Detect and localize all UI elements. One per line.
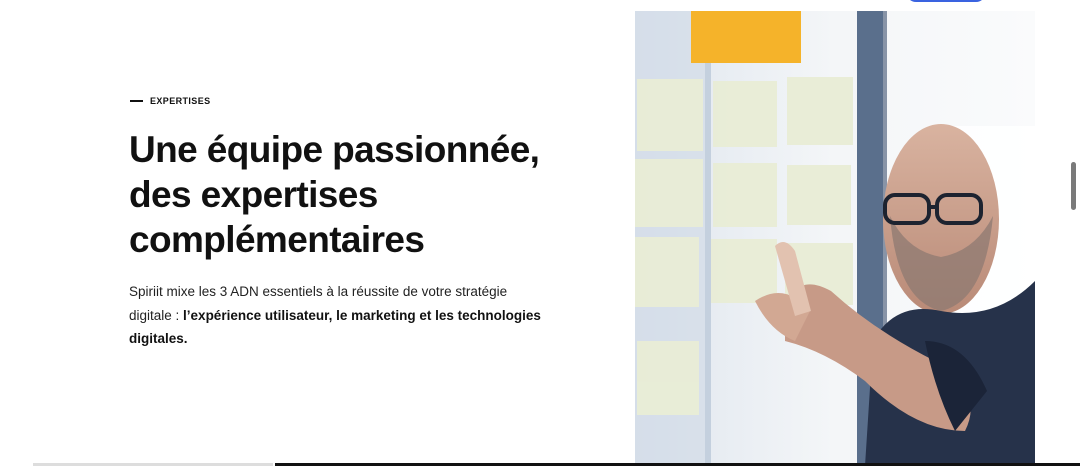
header-cta-button[interactable] bbox=[906, 0, 986, 2]
eyebrow-dash bbox=[130, 100, 143, 102]
expertises-section: EXPERTISES Une équipe passionnée, des ex… bbox=[0, 0, 1080, 466]
section-description: Spiriit mixe les 3 ADN essentiels à la r… bbox=[129, 280, 549, 351]
section-eyebrow: EXPERTISES bbox=[130, 96, 211, 106]
eyebrow-label: EXPERTISES bbox=[150, 96, 211, 106]
team-photo bbox=[635, 11, 1035, 466]
heading-line-1: Une équipe passionnée, bbox=[129, 129, 540, 170]
page-scrollbar-thumb[interactable] bbox=[1071, 162, 1076, 210]
team-photo-illustration bbox=[635, 11, 1035, 466]
heading-line-2: des expertises bbox=[129, 174, 378, 215]
heading-line-3: complémentaires bbox=[129, 219, 425, 260]
description-emphasis: l’expérience utilisateur, le marketing e… bbox=[129, 307, 541, 347]
section-heading: Une équipe passionnée, des expertises co… bbox=[129, 127, 599, 262]
